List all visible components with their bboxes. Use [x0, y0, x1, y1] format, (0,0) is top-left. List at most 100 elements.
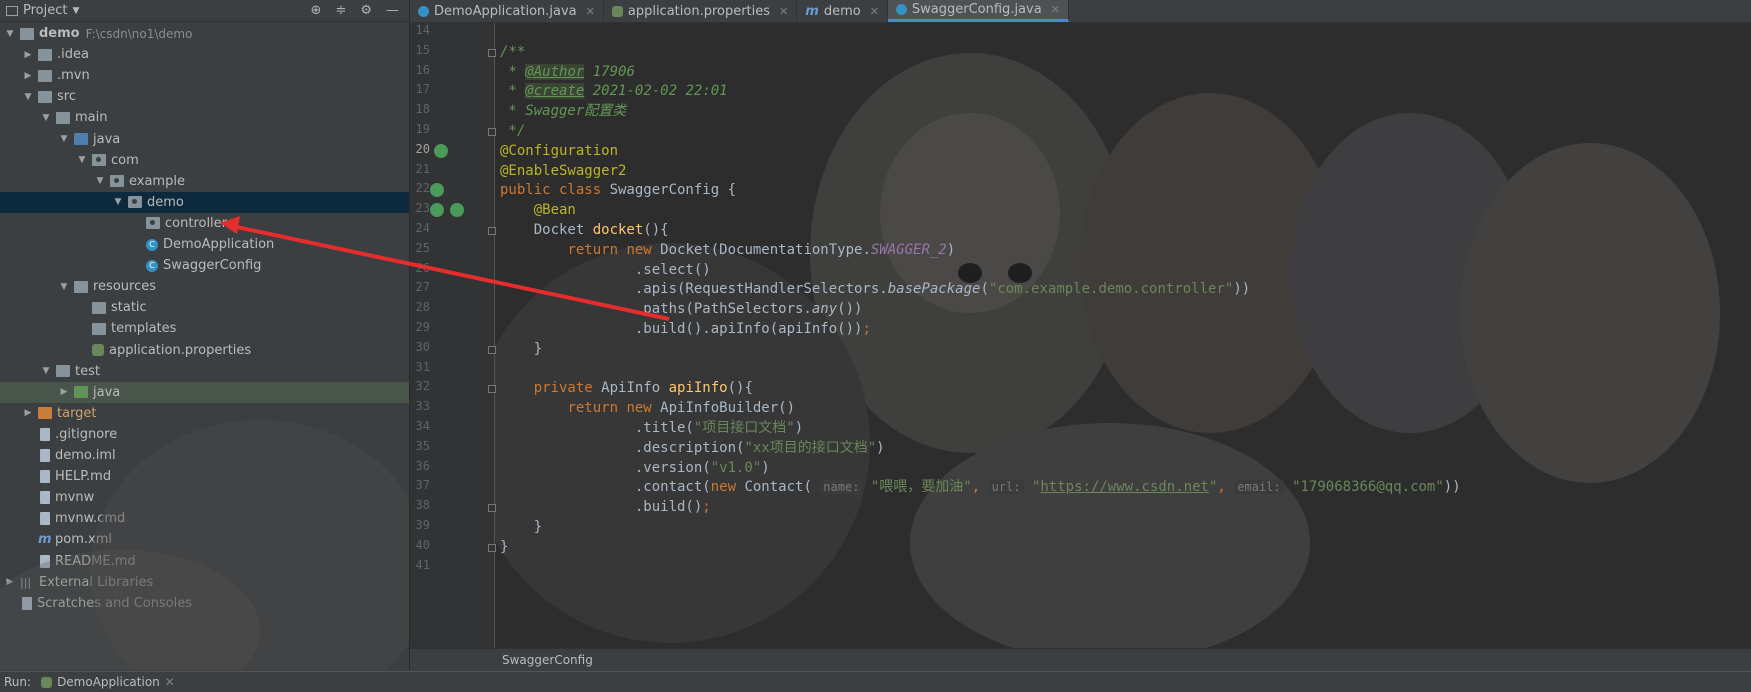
code-line[interactable]: private ApiInfo apiInfo(){: [500, 377, 753, 399]
tree-item-label: demo: [39, 26, 80, 41]
code-line[interactable]: * Swagger配置类: [500, 100, 626, 122]
tree-item[interactable]: ▶ .mvn: [0, 65, 409, 86]
fold-marker-icon[interactable]: [488, 543, 496, 552]
tree-item[interactable]: application.properties: [0, 340, 409, 361]
expanded-arrow-icon[interactable]: ▼: [58, 134, 70, 144]
editor-tabs: DemoApplication.java ✕ application.propert…: [410, 0, 1751, 23]
code-line[interactable]: public class SwaggerConfig {: [500, 179, 736, 201]
close-icon[interactable]: ✕: [1051, 3, 1060, 16]
code-line[interactable]: }: [500, 338, 542, 360]
code-line[interactable]: .build().apiInfo(apiInfo());: [500, 318, 871, 340]
tree-item[interactable]: ▼ demo F:\csdn\no1\demo: [0, 23, 409, 44]
fold-marker-icon[interactable]: [488, 504, 496, 513]
code-line[interactable]: }: [500, 536, 508, 558]
fold-marker-icon[interactable]: [488, 385, 496, 394]
code-line[interactable]: Docket docket(){: [500, 219, 669, 241]
tree-item[interactable]: ▼ com: [0, 150, 409, 171]
minimize-icon[interactable]: —: [386, 3, 399, 18]
project-path: F:\csdn\no1\demo: [85, 26, 193, 41]
code-line[interactable]: @Configuration: [500, 140, 618, 162]
expanded-arrow-icon[interactable]: ▼: [40, 113, 52, 123]
tree-item[interactable]: static: [0, 297, 409, 318]
code-line[interactable]: return new Docket(DocumentationType.SWAG…: [500, 239, 955, 261]
run-config-tab[interactable]: DemoApplication ✕: [41, 675, 175, 689]
editor-tab[interactable]: m demo ✕: [797, 0, 888, 22]
tree-item[interactable]: templates: [0, 318, 409, 339]
project-view-selector[interactable]: Project ▼: [6, 3, 79, 18]
code-line[interactable]: /**: [500, 41, 525, 63]
tree-item-label: application.properties: [109, 342, 252, 358]
tree-item-label: resources: [93, 279, 157, 295]
spring-class-icon: C: [146, 238, 158, 251]
tree-item[interactable]: ▼ demo: [0, 191, 409, 213]
editor-tab[interactable]: SwaggerConfig.java ✕: [887, 0, 1069, 22]
fold-marker-icon[interactable]: [488, 345, 496, 354]
code-line[interactable]: .description("xx项目的接口文档"): [500, 437, 885, 459]
code-line[interactable]: */: [500, 120, 525, 142]
code-line[interactable]: }: [500, 516, 542, 538]
code-line[interactable]: .build();: [500, 496, 711, 518]
code-line[interactable]: return new ApiInfoBuilder(): [500, 397, 795, 419]
expanded-arrow-icon[interactable]: ▼: [112, 197, 124, 207]
tree-item[interactable]: ▼ src: [0, 86, 409, 107]
code-line[interactable]: .select(): [500, 259, 711, 281]
fold-marker-icon[interactable]: [488, 227, 496, 235]
code-editor[interactable]: 14 15 16 17 18 19 20 21 22 23 24 25 26 27 28 29 30 31 32 33…: [410, 23, 1751, 648]
close-icon[interactable]: ✕: [870, 5, 879, 18]
fold-marker-icon[interactable]: [488, 48, 496, 57]
editor-tab[interactable]: DemoApplication.java ✕: [410, 0, 604, 22]
close-icon[interactable]: ✕: [779, 5, 788, 18]
tree-item[interactable]: ▼ java: [0, 129, 409, 150]
code-line[interactable]: .version("v1.0"): [500, 457, 770, 479]
tree-item[interactable]: ▶ .idea: [0, 44, 409, 65]
collapsed-arrow-icon[interactable]: ▶: [22, 71, 34, 81]
line-number: 17: [415, 82, 430, 97]
line-number: 29: [415, 320, 430, 334]
folder-icon: [56, 111, 70, 124]
project-panel-header: Project ▼ ⊕ ≑ ⚙ —: [0, 0, 409, 22]
expanded-arrow-icon[interactable]: ▼: [4, 29, 16, 39]
tree-item[interactable]: ▼ test: [0, 361, 409, 382]
tree-item[interactable]: ▼ example: [0, 171, 409, 192]
code-line[interactable]: .title("项目接口文档"): [500, 417, 803, 439]
close-icon[interactable]: ✕: [586, 5, 595, 18]
code-line[interactable]: .paths(PathSelectors.any()): [500, 298, 863, 320]
collapsed-arrow-icon[interactable]: ▶: [58, 387, 70, 397]
code-line[interactable]: * @create 2021-02-02 22:01: [500, 80, 728, 102]
editor-tab[interactable]: application.properties ✕: [604, 0, 798, 22]
fold-marker-icon[interactable]: [488, 128, 496, 136]
close-icon[interactable]: ✕: [165, 675, 175, 689]
breadcrumb-item[interactable]: SwaggerConfig: [502, 653, 593, 667]
expanded-arrow-icon[interactable]: ▼: [94, 176, 106, 186]
tree-item[interactable]: C SwaggerConfig: [0, 255, 409, 276]
expanded-arrow-icon[interactable]: ▼: [76, 155, 88, 165]
tree-item[interactable]: C DemoApplication: [0, 234, 409, 255]
collapse-all-icon[interactable]: ≑: [335, 3, 346, 18]
tree-item-label: static: [111, 300, 147, 316]
code-line[interactable]: * @Author 17906: [500, 61, 635, 83]
spring-bean-gutter-icon[interactable]: [434, 143, 448, 158]
tree-item[interactable]: controller: [0, 213, 409, 234]
code-line[interactable]: .apis(RequestHandlerSelectors.basePackag…: [500, 278, 1250, 300]
expanded-arrow-icon[interactable]: ▼: [58, 282, 70, 292]
line-number: 38: [415, 498, 430, 513]
spring-bean-gutter-icon[interactable]: [430, 183, 444, 198]
expanded-arrow-icon[interactable]: ▼: [22, 92, 34, 102]
line-number: 21: [415, 161, 430, 176]
tree-item-label: DemoApplication: [163, 237, 275, 252]
code-line[interactable]: @EnableSwagger2: [500, 160, 626, 182]
tree-item[interactable]: ▼ main: [0, 107, 409, 128]
code-line[interactable]: @Bean: [500, 199, 576, 221]
spring-bean-gutter-icon[interactable]: [430, 203, 444, 218]
folder-icon: [92, 322, 106, 335]
expanded-arrow-icon[interactable]: ▼: [40, 366, 52, 376]
line-number: 41: [415, 557, 430, 572]
spring-bean-gutter-icon[interactable]: [450, 203, 464, 218]
locate-icon[interactable]: ⊕: [311, 3, 322, 18]
tree-item[interactable]: ▼ resources: [0, 276, 409, 297]
package-icon: [128, 196, 142, 209]
gear-icon[interactable]: ⚙: [360, 3, 372, 18]
breadcrumb[interactable]: SwaggerConfig: [410, 648, 1751, 670]
collapsed-arrow-icon[interactable]: ▶: [22, 50, 34, 60]
code-line[interactable]: .contact(new Contact( name: "喂喂，要加油", ur…: [500, 476, 1461, 498]
